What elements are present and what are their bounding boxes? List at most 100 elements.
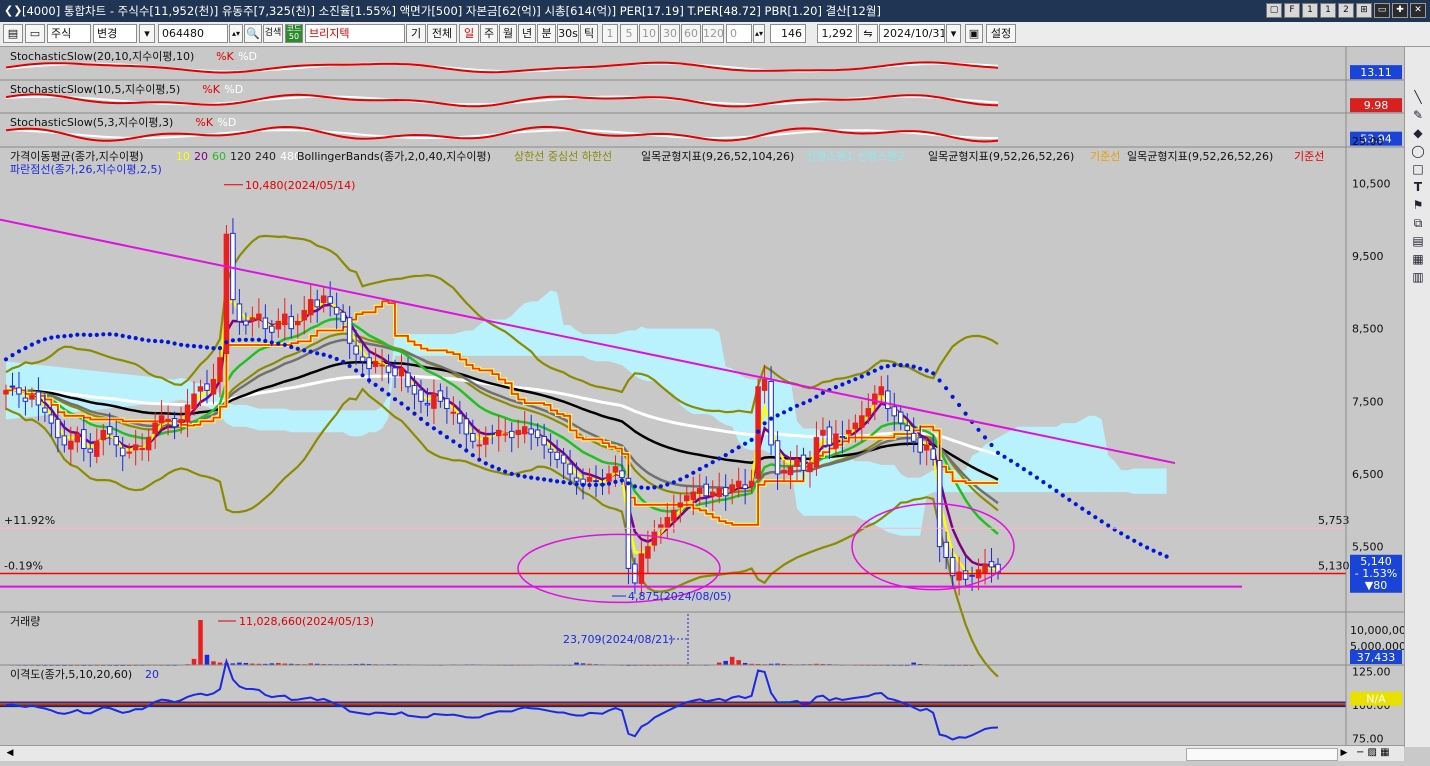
period-button-day[interactable]: 일 (459, 24, 479, 43)
interval-button-1[interactable]: 1 (602, 24, 618, 43)
candle-body (567, 463, 573, 475)
chart-tool-icon[interactable]: ▤ (1410, 233, 1426, 249)
mode-select[interactable]: 변경 (93, 24, 137, 43)
period-button-all[interactable]: 전체 (427, 24, 457, 43)
date-range-icon[interactable]: ⇋ (858, 24, 878, 43)
history-icon[interactable]: ▾ (139, 24, 155, 43)
settings-button[interactable]: 설정 (986, 24, 1016, 43)
screen-toggle-button[interactable]: ▢ (1266, 3, 1282, 18)
chart-area[interactable]: StochasticSlow(20,10,지수이평,10) %K %D 13.11 St… (0, 47, 1430, 766)
candle-body (301, 309, 308, 321)
date-input[interactable]: 2024/10/31 (879, 24, 945, 43)
psar-dot (321, 352, 326, 357)
grid-icon[interactable]: ⊞ (1356, 3, 1372, 18)
period-button-30s[interactable]: 30s (557, 24, 579, 43)
stock-chart[interactable]: StochasticSlow(20,10,지수이평,10) %K %D 13.11 St… (0, 47, 1404, 745)
code-spinner-icon[interactable]: ▴▾ (229, 24, 243, 43)
psar-dot (580, 482, 586, 487)
price-tick-label: 6,500 (1352, 468, 1384, 481)
disparity-tick-label: 125.00 (1352, 666, 1391, 679)
layout-1b-button[interactable]: 1 (1320, 3, 1336, 18)
psar-dot (872, 368, 877, 373)
eraser-icon[interactable]: ◆ (1410, 125, 1426, 141)
market-select[interactable]: 주식 (47, 24, 91, 43)
period-button-month[interactable]: 월 (499, 24, 517, 43)
search-label[interactable]: 검색 (263, 24, 283, 43)
interval-button-30[interactable]: 30 (660, 24, 680, 43)
rect-tool-icon[interactable]: □ (1410, 161, 1426, 177)
search-icon[interactable]: 🔍 (244, 24, 262, 43)
nav-arrows-icon[interactable]: ❮❯ (4, 0, 22, 22)
psar-dot (62, 334, 67, 339)
disparity-current: N/A (1366, 693, 1386, 706)
psar-dot (3, 357, 9, 362)
candle-body (515, 429, 521, 436)
psar-dot (756, 429, 761, 434)
psar-dot (1008, 458, 1014, 463)
minimize-icon[interactable]: ▭ (1374, 3, 1390, 18)
candle-body (74, 433, 81, 443)
zoom-icons[interactable]: − ▨ ▦ (1356, 747, 1402, 759)
interval-spin-input[interactable]: 0 (726, 24, 752, 43)
pen-tool-icon[interactable]: ✎ (1410, 107, 1426, 123)
favorite-button[interactable]: F (1284, 3, 1300, 18)
period-button-year[interactable]: 년 (518, 24, 536, 43)
period-button-minute[interactable]: 분 (537, 24, 556, 43)
psar-dot (354, 368, 359, 373)
text-tool-icon[interactable]: T (1410, 179, 1426, 195)
interval-spin-icon[interactable]: ▴▾ (753, 24, 765, 43)
period-button-tick[interactable]: 틱 (580, 24, 598, 43)
psar-dot (743, 441, 748, 446)
horizontal-scrollbar[interactable]: ▶ ◀ − ▨ ▦ (0, 745, 1404, 761)
line-tool-icon[interactable]: ╲ (1410, 89, 1426, 105)
psar-dot (613, 479, 618, 484)
candle-body (81, 429, 87, 450)
grid-tool-icon[interactable]: ▦ (1410, 251, 1426, 267)
volume-bar (204, 654, 210, 665)
candle-body (696, 487, 703, 494)
stock-name: 브리지텍 (305, 24, 405, 43)
candle-body (729, 484, 735, 493)
psar-dot (269, 340, 274, 345)
period-button-gi[interactable]: 기 (406, 24, 426, 43)
candle-body (865, 408, 872, 417)
candle-body (923, 444, 930, 451)
psar-dot (600, 482, 605, 487)
psar-dot (392, 397, 398, 402)
psar-dot (606, 481, 612, 486)
code-badge[interactable]: 코드 50 (285, 24, 303, 43)
interval-button-120[interactable]: 120 (702, 24, 724, 43)
psar-dot (885, 364, 890, 369)
close-icon[interactable]: ✕ (1410, 3, 1426, 18)
candle-body (353, 345, 359, 355)
interval-button-10[interactable]: 10 (639, 24, 659, 43)
marker-tool-icon[interactable]: ⚑ (1410, 197, 1426, 213)
window-buttons: ▢ F 1 1 2 ⊞ ▭ ✚ ✕ (1266, 3, 1426, 18)
psar-dot (781, 410, 787, 415)
candle-body (528, 428, 534, 435)
stoch-value: 13.11 (1360, 66, 1392, 79)
psar-dot (859, 374, 864, 379)
layout-2-button[interactable]: 2 (1338, 3, 1354, 18)
monitor-icon[interactable]: ▭ (25, 24, 45, 43)
table-tool-icon[interactable]: ▥ (1410, 269, 1426, 285)
interval-button-5[interactable]: 5 (620, 24, 638, 43)
period-button-week[interactable]: 주 (480, 24, 498, 43)
layout-1-button[interactable]: 1 (1302, 3, 1318, 18)
interval-button-60[interactable]: 60 (681, 24, 701, 43)
ellipse-tool-icon[interactable]: ◯ (1410, 143, 1426, 159)
scroll-right-icon[interactable]: ▶ (1338, 747, 1350, 759)
code-input[interactable]: 064480 (158, 24, 228, 43)
copy-tool-icon[interactable]: ⧉ (1410, 215, 1426, 231)
save-icon[interactable]: ▣ (965, 24, 983, 43)
date-dropdown-icon[interactable]: ▾ (946, 24, 961, 43)
psar-dot (995, 450, 1001, 455)
count-input[interactable]: 146 (770, 24, 806, 43)
stoch-d-label: %D (217, 116, 236, 129)
maximize-icon[interactable]: ✚ (1392, 3, 1408, 18)
candle-body (444, 398, 450, 410)
scroll-left-icon[interactable]: ◀ (4, 747, 16, 759)
menu-icon[interactable]: ▤ (3, 24, 23, 43)
candle-body (424, 403, 431, 406)
scroll-thumb[interactable] (1186, 748, 1338, 761)
